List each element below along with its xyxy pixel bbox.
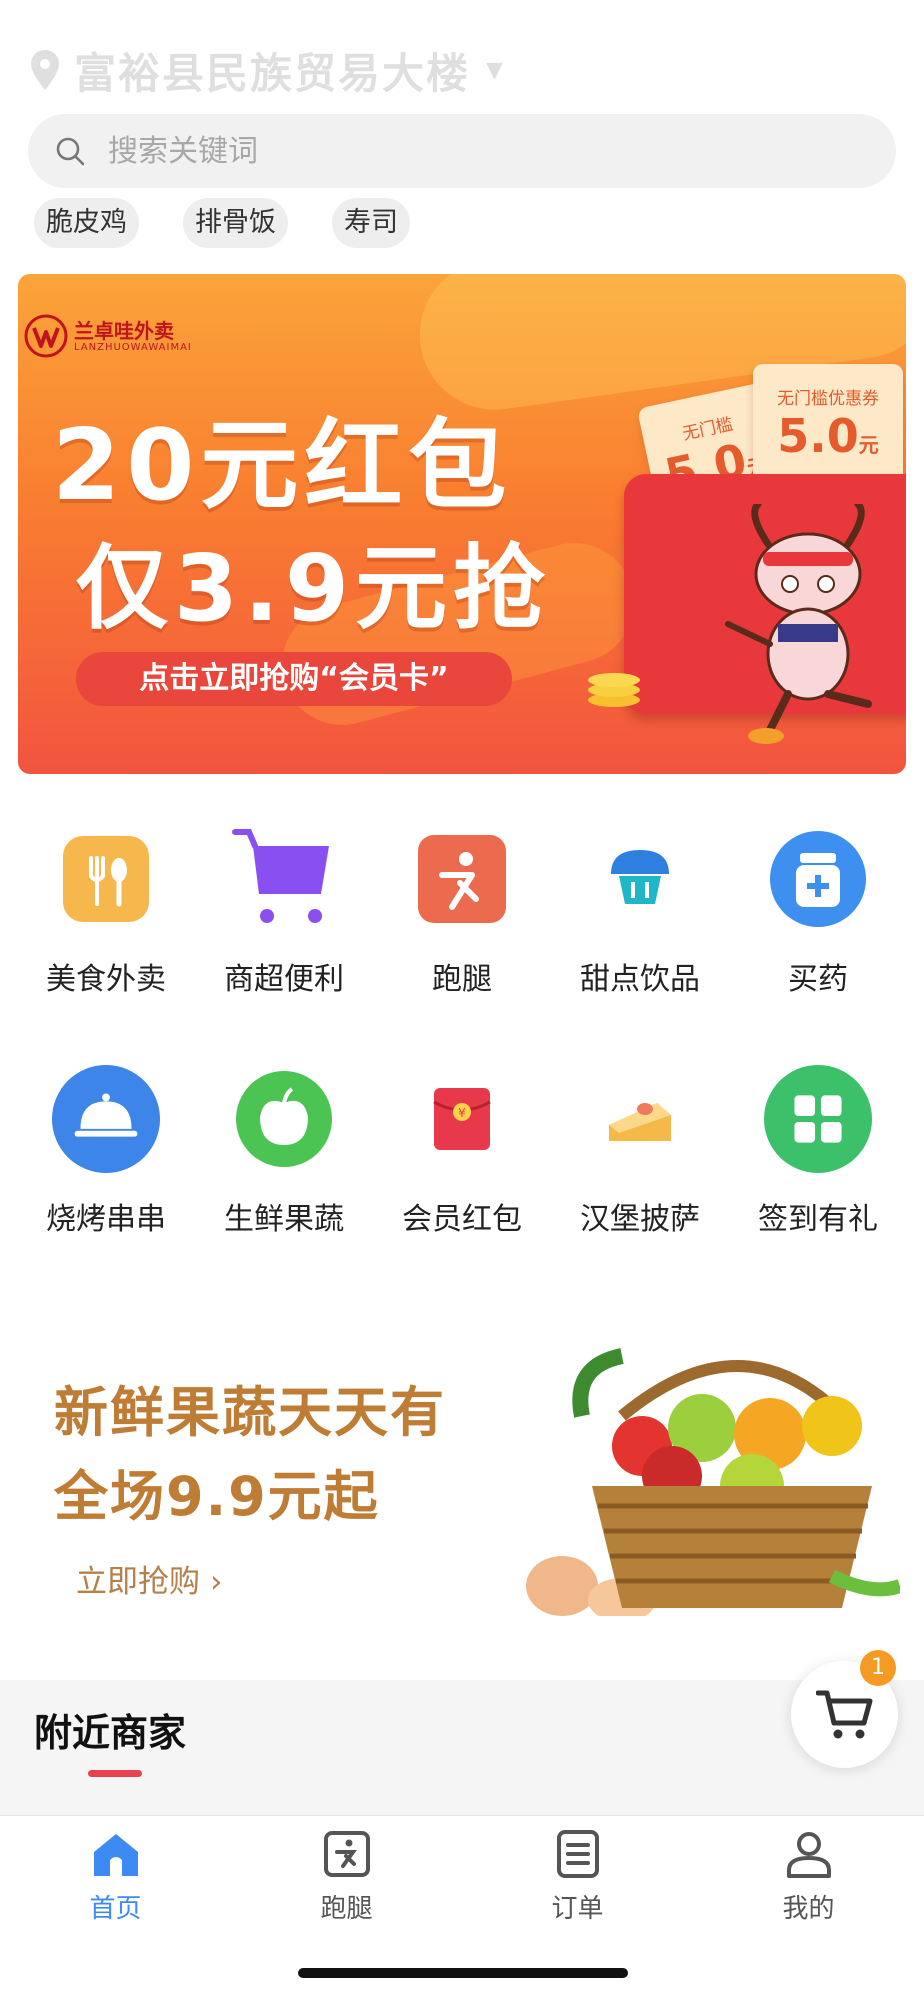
search-input[interactable] <box>108 133 868 169</box>
home-icon <box>93 1834 138 1876</box>
search-bar[interactable] <box>28 114 896 188</box>
category-label: 美食外卖 <box>46 962 166 997</box>
category-label: 签到有礼 <box>758 1202 878 1237</box>
shopping-cart-icon <box>815 1690 872 1738</box>
nearby-merchants-section: 附近商家 <box>0 1680 924 1815</box>
chevron-right-icon: › <box>210 1564 223 1600</box>
hot-tag[interactable]: 排骨饭 <box>183 198 288 248</box>
promo-banner[interactable]: 兰卓哇外卖 LANZHUOWAWAIMAI 20元红包 仅3.9元抢 点击立即抢… <box>18 274 906 774</box>
hot-search-tags: 脆皮鸡 排骨饭 寿司 <box>34 198 410 248</box>
tab-label: 首页 <box>89 1894 142 1924</box>
hot-tag[interactable]: 寿司 <box>332 198 410 248</box>
user-icon <box>786 1832 831 1878</box>
brand-name: 兰卓哇外卖 <box>74 318 174 343</box>
tab-label: 跑腿 <box>320 1894 373 1924</box>
tab-errand[interactable]: 跑腿 <box>231 1816 462 1935</box>
category-label: 生鲜果蔬 <box>224 1202 344 1237</box>
tab-label: 我的 <box>782 1894 835 1924</box>
category-label: 汉堡披萨 <box>580 1202 700 1237</box>
fresh-banner-title: 新鲜果蔬天天有 <box>54 1381 446 1444</box>
coins-illustration <box>588 673 640 707</box>
tab-label: 订单 <box>551 1894 604 1924</box>
medicine-bottle-icon <box>763 824 873 934</box>
category-food-delivery[interactable]: 美食外卖 <box>17 800 195 1040</box>
brand-name-en: LANZHUOWAWAIMAI <box>74 341 192 353</box>
banner-subheadline: 仅3.9元抢 <box>76 535 551 642</box>
category-desserts[interactable]: 甜点饮品 <box>551 800 729 1040</box>
brand-logo-block: 兰卓哇外卖 LANZHUOWAWAIMAI <box>24 314 192 358</box>
brand-logo-icon <box>24 314 68 358</box>
category-checkin[interactable]: 签到有礼 <box>729 1040 907 1280</box>
hot-tag[interactable]: 脆皮鸡 <box>34 198 139 248</box>
category-supermarket[interactable]: 商超便利 <box>195 800 373 1040</box>
location-address: 富裕县民族贸易大楼 <box>74 48 471 98</box>
fresh-produce-banner[interactable]: 新鲜果蔬天天有 全场9.9元起 立即抢购 › <box>18 1336 906 1621</box>
category-label: 买药 <box>788 962 848 997</box>
cake-slice-icon <box>585 1064 695 1174</box>
apple-icon <box>229 1064 339 1174</box>
tab-orders[interactable]: 订单 <box>462 1816 693 1935</box>
fresh-banner-cta[interactable]: 立即抢购 › <box>76 1556 222 1601</box>
runner-icon <box>407 824 517 934</box>
category-label: 甜点饮品 <box>580 962 700 997</box>
location-pin-icon <box>31 50 59 90</box>
red-envelope-icon: ¥ <box>407 1064 517 1174</box>
chevron-down-icon: ▼ <box>486 57 503 83</box>
coupon-card: 无门槛优惠券 5.0元 <box>753 364 903 484</box>
home-indicator <box>298 1968 628 1978</box>
order-list-icon <box>556 1830 599 1878</box>
fresh-banner-subtitle: 全场9.9元起 <box>54 1465 380 1528</box>
category-bbq[interactable]: 烧烤串串 <box>17 1040 195 1280</box>
category-label: 跑腿 <box>432 962 492 997</box>
fork-knife-icon <box>51 824 161 934</box>
category-member-redpacket[interactable]: ¥ 会员红包 <box>373 1040 551 1280</box>
category-errand[interactable]: 跑腿 <box>373 800 551 1040</box>
search-icon <box>56 137 85 166</box>
banner-cta-button[interactable]: 点击立即抢购“会员卡” <box>76 652 512 706</box>
category-grid: 美食外卖 商超便利 跑腿 甜点饮品 买药 烧烤串串 生鲜果蔬 ¥ 会员红包 汉堡… <box>0 800 924 1280</box>
banner-headline: 20元红包 <box>52 409 513 523</box>
cupcake-icon <box>585 824 695 934</box>
cart-count-badge: 1 <box>860 1650 896 1686</box>
location-selector[interactable]: 富裕县民族贸易大楼 ▼ <box>28 40 503 100</box>
category-medicine[interactable]: 买药 <box>729 800 907 1040</box>
fruit-basket-illustration <box>526 1348 900 1616</box>
category-label: 烧烤串串 <box>46 1202 166 1237</box>
category-fresh-produce[interactable]: 生鲜果蔬 <box>195 1040 373 1280</box>
category-label: 商超便利 <box>224 962 344 997</box>
grid-apps-icon <box>763 1064 873 1174</box>
mascot-illustration <box>725 504 872 744</box>
errand-icon <box>323 1831 370 1877</box>
category-label: 会员红包 <box>402 1202 522 1237</box>
food-cloche-icon <box>51 1064 161 1174</box>
category-burger-pizza[interactable]: 汉堡披萨 <box>551 1040 729 1280</box>
tab-profile[interactable]: 我的 <box>693 1816 924 1935</box>
bottom-tab-bar: 首页 跑腿 订单 我的 <box>0 1815 924 1935</box>
tab-home[interactable]: 首页 <box>0 1816 231 1935</box>
shopping-cart-icon <box>229 824 339 934</box>
nearby-title: 附近商家 <box>34 1711 187 1755</box>
svg-text:¥: ¥ <box>458 1106 466 1120</box>
tab-indicator <box>88 1770 142 1777</box>
